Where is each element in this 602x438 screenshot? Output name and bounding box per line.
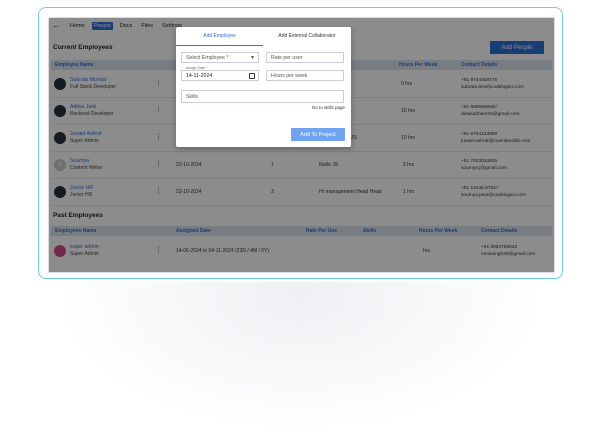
skills-input[interactable]: Skills [181, 90, 344, 103]
tab-add-external-collaborator[interactable]: Add External Collaborator [263, 27, 351, 45]
screenshot-frame: ← Home People Docs Files Settings Curren… [38, 7, 563, 279]
hours-placeholder: Hours per week [271, 72, 308, 79]
tab-add-employee[interactable]: Add Employee [176, 27, 263, 46]
app-window: ← Home People Docs Files Settings Curren… [48, 17, 555, 273]
chevron-down-icon: ▾ [250, 55, 254, 61]
hours-per-week-input[interactable]: Hours per week [266, 70, 344, 81]
add-to-project-button[interactable]: Add To Project [291, 128, 345, 141]
assign-date-input[interactable]: 14-11-2024 [181, 70, 259, 81]
select-employee-dropdown[interactable]: Select Employee * ▾ [181, 52, 259, 63]
calendar-icon[interactable] [249, 73, 255, 79]
assign-date-value: 14-11-2024 [186, 72, 213, 79]
skills-placeholder: Skills [186, 93, 199, 100]
add-employee-modal: Add Employee Add External Collaborator S… [176, 27, 351, 147]
drop-shadow [55, 282, 545, 432]
go-to-skills-link[interactable]: Go to skills page [312, 105, 345, 110]
rate-placeholder: Rate per user [271, 54, 303, 61]
select-employee-text: Select Employee * [186, 54, 229, 61]
rate-per-user-input[interactable]: Rate per user [266, 52, 344, 63]
